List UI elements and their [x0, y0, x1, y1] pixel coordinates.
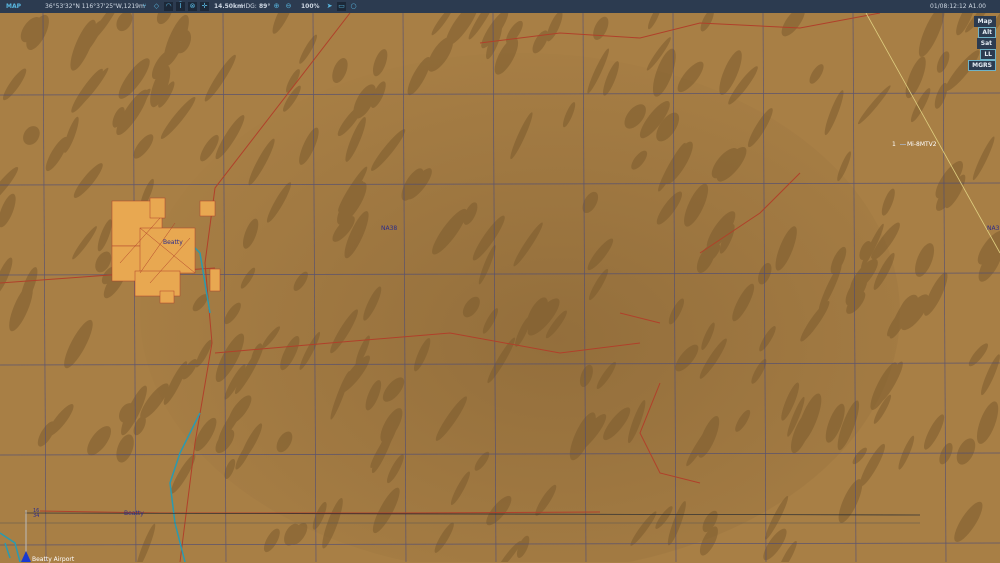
unit-icon[interactable]: Ī	[176, 2, 185, 11]
grid-label-na38: NA38	[381, 225, 398, 232]
map-title: MAP	[6, 3, 22, 10]
heading-label: HDG:	[241, 3, 257, 10]
rectangle-icon[interactable]: ▭	[337, 2, 346, 11]
nav-arrow-icon[interactable]: ➤	[325, 2, 334, 11]
runway-label: 16 34	[33, 508, 40, 519]
layer-sat-button[interactable]: Sat	[976, 38, 996, 49]
road-label: Beatty	[124, 510, 144, 517]
mountain-shading	[140, 53, 900, 562]
cursor-coordinates: 36°53'32"N 116°37'25"W,1219m	[45, 3, 145, 10]
zoom-in-icon[interactable]: ⊕	[272, 2, 281, 11]
wifi-icon[interactable]: ◠	[164, 2, 173, 11]
zoom-out-icon[interactable]: ⊖	[284, 2, 293, 11]
zoom-level: 100%	[301, 3, 320, 10]
map-canvas[interactable]	[0, 13, 1000, 562]
compass-icon[interactable]: ⊗	[188, 2, 197, 11]
top-toolbar: MAP 36°53'32"N 116°37'25"W,1219m ⑂ ◇ ◠ Ī…	[0, 0, 1000, 13]
grid-label-na3: NA3	[987, 225, 1000, 232]
crosshair-icon[interactable]: ✛	[200, 2, 209, 11]
layer-alt-button[interactable]: Alt	[978, 27, 996, 38]
unit-label[interactable]: Mi-8MTV2	[907, 141, 937, 148]
network-icon[interactable]: ⑂	[140, 2, 149, 11]
scale-value: 14.50km	[214, 3, 244, 10]
town-label: Beatty	[163, 239, 183, 246]
layer-ll-button[interactable]: LL	[980, 49, 996, 60]
heading-value: 89°	[259, 3, 271, 10]
circle-icon[interactable]: ○	[349, 2, 358, 11]
target-icon[interactable]: ◇	[152, 2, 161, 11]
layer-mgrs-button[interactable]: MGRS	[968, 60, 996, 71]
unit-group-number: 1	[892, 141, 896, 148]
layer-map-button[interactable]: Map	[973, 16, 996, 27]
mission-time: 01/08:12:12 A1.00	[930, 3, 986, 10]
helicopter-icon[interactable]	[900, 144, 906, 145]
